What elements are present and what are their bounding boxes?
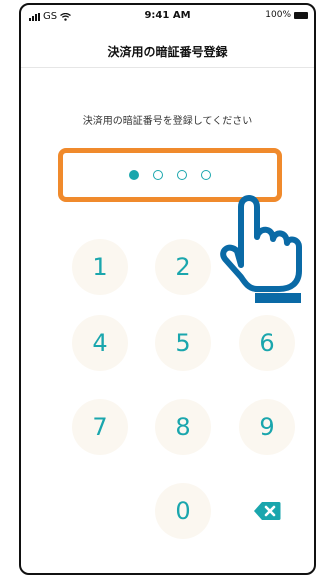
instruction-text: 決済用の暗証番号を登録してください (82, 116, 253, 127)
backspace-icon (254, 502, 281, 520)
keypad-key-2[interactable]: 2 (155, 239, 211, 295)
pin-dot-empty (201, 170, 211, 180)
battery-icon (294, 11, 308, 19)
keypad-key-4[interactable]: 4 (72, 315, 128, 371)
pointing-hand-icon (220, 195, 302, 303)
keypad-key-0[interactable]: 0 (155, 483, 211, 539)
keypad-key-5[interactable]: 5 (155, 315, 211, 371)
status-right: 100% (265, 10, 308, 20)
page-title: 決済用の暗証番号登録 (107, 45, 228, 59)
pin-dot-empty (177, 170, 187, 180)
keypad-key-8[interactable]: 8 (155, 399, 211, 455)
keypad-key-7[interactable]: 7 (72, 399, 128, 455)
pin-dot-empty (153, 170, 163, 180)
delete-button[interactable] (239, 483, 295, 539)
phone-frame: GS 9:41 AM 100% 決済用の暗証番号登録 決済用の暗証番号を登録して… (19, 3, 316, 575)
keypad-key-6[interactable]: 6 (239, 315, 295, 371)
keypad-key-9[interactable]: 9 (239, 399, 295, 455)
battery-percent: 100% (265, 10, 291, 20)
header-divider (21, 67, 314, 68)
status-bar: GS 9:41 AM 100% (21, 5, 314, 29)
keypad-key-1[interactable]: 1 (72, 239, 128, 295)
pin-dot-filled (129, 170, 139, 180)
